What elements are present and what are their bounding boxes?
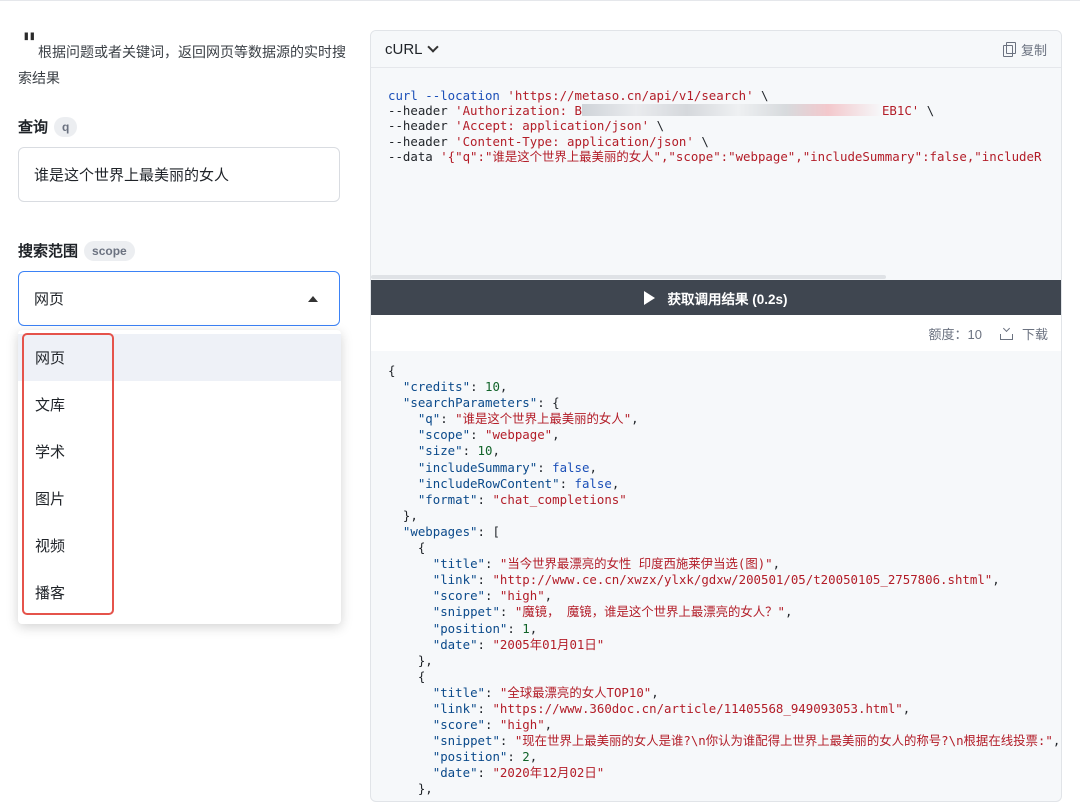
- request-code-block: curl --location 'https://metaso.cn/api/v…: [388, 88, 1041, 164]
- redacted-token: [581, 104, 882, 117]
- caret-up-icon[interactable]: [308, 295, 318, 302]
- query-param-tag: q: [54, 116, 78, 137]
- scope-dropdown-menu: 网页 文库 学术 图片 视频 播客: [18, 330, 341, 624]
- top-divider: [0, 0, 1080, 1]
- scope-param-tag: scope: [84, 240, 135, 261]
- result-toolbar: 额度：10 下载: [371, 315, 1061, 351]
- request-line-1: curl --location 'https://metaso.cn/api/v…: [388, 88, 769, 103]
- scope-option-video[interactable]: 视频: [18, 522, 341, 569]
- copy-button[interactable]: 复制: [1002, 40, 1047, 59]
- download-icon: [999, 326, 1014, 340]
- code-panel: cURL 复制 curl --location 'https://metaso.…: [370, 30, 1062, 802]
- request-line-2: --header 'Authorization: B EB1C' \: [388, 103, 935, 119]
- scope-label: 搜索范围 scope: [18, 240, 135, 261]
- request-url: 'https://metaso.cn/api/v1/search': [507, 88, 754, 103]
- copy-label: 复制: [1020, 42, 1047, 58]
- language-label: cURL: [385, 40, 423, 58]
- query-input[interactable]: 谁是这个世界上最美丽的女人: [18, 147, 340, 202]
- request-line-3: --header 'Accept: application/json' \: [388, 118, 665, 134]
- scope-select[interactable]: 网页: [18, 271, 340, 326]
- credits-label: 额度：10: [928, 326, 982, 342]
- copy-icon: [1002, 42, 1016, 57]
- query-label-text: 查询: [18, 119, 49, 136]
- scope-option-image[interactable]: 图片: [18, 475, 341, 522]
- language-select[interactable]: cURL: [385, 40, 439, 58]
- query-input-value: 谁是这个世界上最美丽的女人: [34, 167, 230, 184]
- download-label: 下载: [1021, 326, 1048, 342]
- query-label: 查询 q: [18, 116, 78, 137]
- scope-option-podcast[interactable]: 播客: [18, 569, 341, 616]
- run-request-button[interactable]: 获取调用结果 (0.2s): [371, 280, 1061, 315]
- scope-label-text: 搜索范围: [18, 243, 79, 260]
- code-panel-header: cURL 复制: [371, 31, 1061, 68]
- scope-selected-value: 网页: [34, 291, 65, 308]
- scope-option-document[interactable]: 文库: [18, 381, 341, 428]
- request-line-4: --header 'Content-Type: application/json…: [388, 133, 709, 149]
- request-line-5: --data '{"q":"谁是这个世界上最美丽的女人","scope":"we…: [388, 148, 1042, 164]
- horizontal-scrollbar[interactable]: [371, 275, 886, 279]
- chevron-down-icon: [426, 41, 439, 53]
- download-button[interactable]: 下载: [999, 324, 1048, 343]
- scope-option-webpage[interactable]: 网页: [18, 334, 341, 381]
- response-json: { "credits": 10, "searchParameters": { "…: [388, 363, 1061, 797]
- scope-option-scholar[interactable]: 学术: [18, 428, 341, 475]
- play-icon: [644, 290, 656, 305]
- run-label: 获取调用结果 (0.2s): [667, 291, 788, 307]
- endpoint-description: 根据问题或者关键词，返回网页等数据源的实时搜索结果: [18, 44, 346, 86]
